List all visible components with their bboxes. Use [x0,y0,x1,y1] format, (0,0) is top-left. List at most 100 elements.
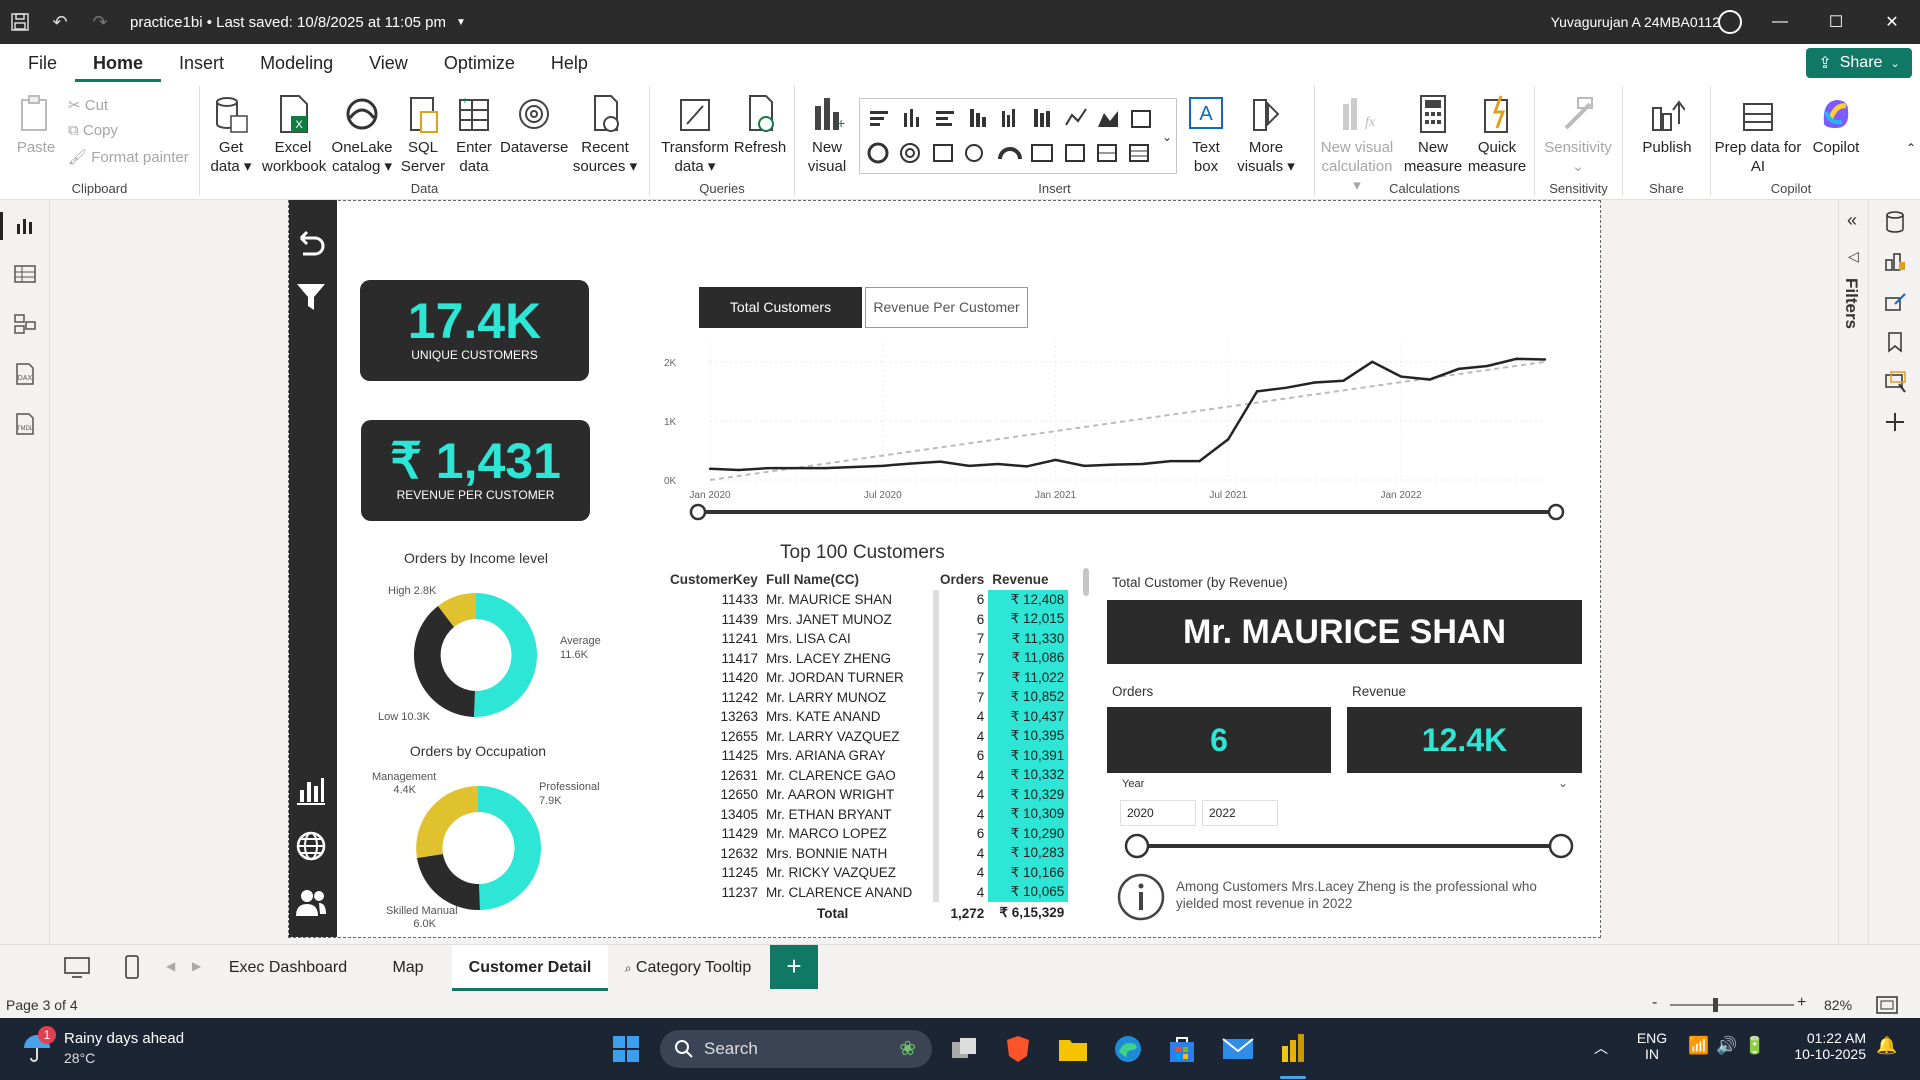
enter-data-button[interactable]: + Enter data [452,94,496,176]
new-visual-button[interactable]: + New visual [801,94,853,176]
refresh-button[interactable]: Refresh [732,94,788,157]
data-point[interactable] [967,464,971,468]
mobile-layout-icon[interactable] [124,955,140,979]
data-point[interactable] [1342,379,1345,382]
build-visual-icon[interactable] [1883,250,1907,274]
table-row[interactable]: 12631 Mr. CLARENCE GAO 4 ₹ 10,332 [666,765,1069,785]
data-point[interactable] [1428,378,1432,381]
table-row[interactable]: 11433 Mr. MAURICE SHAN 6 ₹ 12,408 [666,590,1069,610]
customers-line-chart[interactable]: 0K1K2K Jan 2020 Jul 2020 Jan 2021 Jul 2021 J… [660,310,1570,530]
filters-pane[interactable]: « ◁ Filters [1838,200,1868,944]
date-slider-end-handle[interactable] [1547,503,1565,521]
donut-slice-skilled-manual[interactable] [417,854,480,911]
sensitivity-button[interactable]: Sensitivity ⌄ [1539,94,1617,176]
donut-slice-low[interactable] [413,606,475,717]
year-slider-start-handle[interactable] [1124,833,1150,859]
clock[interactable]: 01:22 AM 10-10-2025 [1782,1030,1866,1062]
column-header-fullname[interactable]: Full Name(CC) [762,568,936,590]
collapse-panes-icon[interactable]: « [1847,210,1857,231]
avatar[interactable] [1718,10,1742,34]
maximize-button[interactable]: ☐ [1808,0,1864,44]
file-explorer-icon[interactable] [1058,1036,1088,1062]
table-row[interactable]: 11439 Mrs. JANET MUNOZ 6 ₹ 12,015 [666,609,1069,629]
save-icon[interactable] [0,0,40,44]
table-row[interactable]: 12655 Mr. LARRY VAZQUEZ 4 ₹ 10,395 [666,726,1069,746]
data-point[interactable] [939,460,942,463]
data-point[interactable] [823,466,827,470]
paste-button[interactable]: Paste [14,94,58,157]
bar-chart-nav-icon[interactable] [295,774,327,806]
data-point[interactable] [1198,459,1201,463]
table-row[interactable]: 11417 Mrs. LACEY ZHENG 7 ₹ 11,086 [666,648,1069,668]
chevron-down-icon[interactable]: ⌄ [1558,776,1568,790]
donut-occupation-chart[interactable]: Management 4.4K Professional 7.9K Skille… [360,762,610,930]
data-point[interactable] [1025,465,1028,468]
chevron-down-icon[interactable]: ▼ [456,17,466,28]
data-point[interactable] [1515,357,1518,361]
data-point[interactable] [795,466,798,470]
table-row[interactable]: 12632 Mrs. BONNIE NATH 4 ₹ 10,283 [666,843,1069,863]
scroll-tabs-left-icon[interactable]: ◀ [166,959,175,973]
minimize-button[interactable]: — [1752,0,1808,44]
top-customers-table[interactable]: CustomerKey Full Name(CC) Orders Revenue… [666,568,1069,924]
column-header-customerkey[interactable]: CustomerKey [666,568,762,590]
year-slider-end-handle[interactable] [1548,833,1574,859]
tab-exec-dashboard[interactable]: Exec Dashboard [214,945,362,991]
onelake-catalog-button[interactable]: OneLake catalog ▾ [330,94,394,176]
kpi-unique-customers[interactable]: 17.4K UNIQUE CUSTOMERS [360,280,589,381]
year-to-input[interactable]: 2022 [1202,800,1278,826]
recent-sources-button[interactable]: Recent sources ▾ [570,94,640,176]
data-point[interactable] [910,462,913,465]
excel-workbook-button[interactable]: X Excel workbook [262,94,326,176]
data-point[interactable] [1111,463,1115,466]
text-box-button[interactable]: A Text box [1183,94,1229,176]
column-header-revenue[interactable]: Revenue [988,568,1068,590]
tab-insert[interactable]: Insert [161,44,242,82]
data-point[interactable] [1255,390,1259,393]
tmdl-view-icon[interactable]: TMDL [13,412,37,436]
more-visuals-button[interactable]: More visuals ▾ [1233,94,1299,176]
get-data-button[interactable]: Get data ▾ [206,94,256,176]
weather-title[interactable]: Rainy days ahead [64,1030,184,1047]
copy-button[interactable]: ⧉ Copy [68,122,118,139]
globe-icon[interactable] [295,830,327,862]
table-view-icon[interactable] [13,262,37,286]
publish-button[interactable]: Publish [1637,94,1697,157]
desktop-layout-icon[interactable] [64,957,90,979]
task-view-icon[interactable] [950,1036,978,1062]
scroll-tabs-right-icon[interactable]: ▶ [192,959,201,973]
table-row[interactable]: 11245 Mr. RICKY VAZQUEZ 4 ₹ 10,166 [666,863,1069,883]
wifi-icon[interactable]: 📶 [1688,1036,1709,1056]
mail-icon[interactable] [1222,1036,1254,1062]
table-row[interactable]: 11425 Mrs. ARIANA GRAY 6 ₹ 10,391 [666,746,1069,766]
taskbar-search[interactable]: Search ❀ [660,1030,932,1068]
cut-button[interactable]: ✂ Cut [68,96,108,114]
tab-map[interactable]: Map [370,945,446,991]
power-bi-taskbar-icon[interactable] [1278,1032,1308,1064]
sql-server-button[interactable]: SQL Server [400,94,446,176]
data-pane-icon[interactable] [1883,210,1907,234]
data-point[interactable] [1169,459,1172,463]
data-point[interactable] [1543,358,1547,361]
tab-customer-detail[interactable]: Customer Detail [452,945,608,991]
table-row[interactable]: 13405 Mr. ETHAN BRYANT 4 ₹ 10,309 [666,804,1069,824]
zoom-out-button[interactable]: - [1652,994,1657,1012]
document-title[interactable]: practice1bi • Last saved: 10/8/2025 at 1… [130,14,446,31]
prep-data-ai-button[interactable]: Prep data for AI [1713,94,1803,176]
filters-pane-label[interactable]: Filters [1841,278,1861,329]
data-point[interactable] [1486,364,1489,368]
data-point[interactable] [1284,386,1288,390]
battery-icon[interactable]: 🔋 [1744,1036,1765,1056]
series-line[interactable] [709,357,1546,472]
table-row[interactable]: 11429 Mr. MARCO LOPEZ 6 ₹ 10,290 [666,824,1069,844]
table-row[interactable]: 12650 Mr. AARON WRIGHT 4 ₹ 10,329 [666,785,1069,805]
data-point[interactable] [766,466,769,470]
format-visual-icon[interactable] [1883,290,1907,314]
bookmark-icon[interactable] [1883,330,1907,354]
volume-icon[interactable]: 🔊 [1716,1036,1737,1056]
data-point[interactable] [1083,464,1086,468]
data-point[interactable] [996,462,1000,466]
close-button[interactable]: ✕ [1864,0,1920,44]
new-visual-calculation-button[interactable]: fx New visual calculation ▾ [1317,94,1397,195]
table-row[interactable]: 13263 Mrs. KATE ANAND 4 ₹ 10,437 [666,707,1069,727]
